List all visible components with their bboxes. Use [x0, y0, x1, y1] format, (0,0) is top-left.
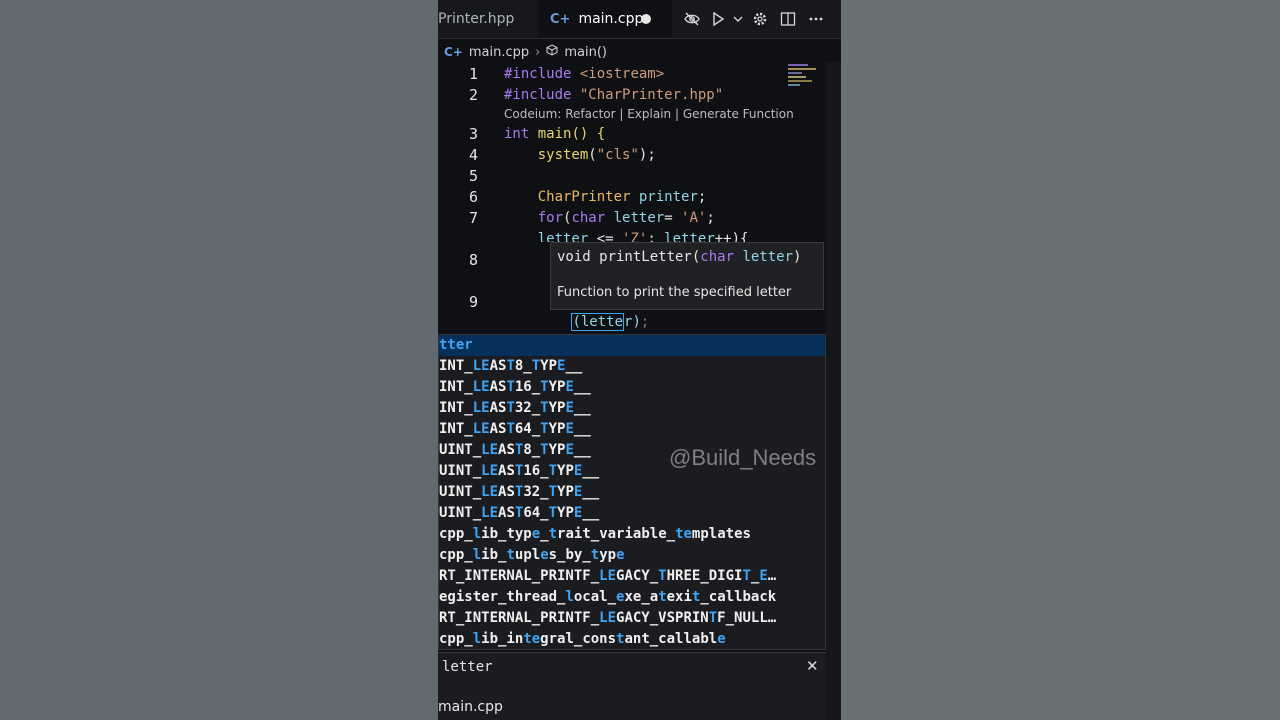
line-number: 1: [468, 65, 478, 83]
line-number: 9: [468, 293, 478, 311]
suggestion-item[interactable]: INT_LEAST16_TYPE__: [439, 377, 825, 398]
suggestion-detail: letter ✕ main.cpp: [438, 652, 826, 720]
suggestion-list: tter INT_LEAST8_TYPE__ INT_LEAST16_TYPE_…: [438, 334, 826, 650]
suggestion-item[interactable]: tter: [439, 335, 825, 356]
code-line: #include "CharPrinter.hpp": [504, 87, 724, 103]
code-line: letter <= 'Z'; letter++){: [537, 231, 749, 242]
code-line: int main() {: [504, 126, 606, 142]
hover-tooltip: void printLetter(char letter) Function t…: [550, 242, 824, 310]
hover-signature: void printLetter(char letter): [557, 249, 802, 265]
suggestion-item[interactable]: cpp_lib_type_trait_variable_templates: [439, 524, 825, 545]
code-line: for(char letter= 'A';: [537, 210, 715, 226]
codelens-actions[interactable]: Codeium: Refactor | Explain | Generate F…: [504, 107, 794, 121]
suggestion-item[interactable]: RT_INTERNAL_PRINTF_LEGACY_VSPRINTF_NULL…: [439, 608, 825, 629]
line-number: 5: [468, 167, 478, 185]
line-number: 6: [468, 188, 478, 206]
suggestion-item[interactable]: egister_thread_local_exe_atexit_callback: [439, 587, 825, 608]
video-background-left: [0, 0, 438, 720]
watermark: @Build_Needs: [669, 445, 817, 470]
code-editor: Printer.hpp C+ main.cpp C+ main.cpp › ma…: [438, 0, 841, 720]
code-line: system("cls");: [537, 147, 656, 163]
line-number: 2: [468, 86, 478, 104]
suggestion-item[interactable]: cpp_lib_tuples_by_type: [439, 545, 825, 566]
line-number: 8: [468, 251, 478, 269]
code-line: CharPrinter printer;: [537, 189, 707, 205]
suggestion-item[interactable]: INT_LEAST64_TYPE__: [439, 419, 825, 440]
video-background-right: [840, 0, 1280, 720]
code-line: (letter);: [571, 313, 650, 331]
detail-file: main.cpp: [438, 699, 503, 715]
close-icon[interactable]: ✕: [806, 657, 819, 675]
suggestion-item[interactable]: UINT_LEAST64_TYPE__: [439, 503, 825, 524]
line-number: 3: [468, 125, 478, 143]
line-number: 4: [468, 146, 478, 164]
detail-signature: letter: [442, 659, 493, 675]
suggestion-item[interactable]: UINT_LEAST32_TYPE__: [439, 482, 825, 503]
line-number: 7: [468, 209, 478, 227]
suggestion-item[interactable]: INT_LEAST32_TYPE__: [439, 398, 825, 419]
suggestion-item[interactable]: cpp_lib_integral_constant_callable: [439, 629, 825, 649]
suggestion-item[interactable]: RT_INTERNAL_PRINTF_LEGACY_THREE_DIGIT_E…: [439, 566, 825, 587]
suggestion-item[interactable]: INT_LEAST8_TYPE__: [439, 356, 825, 377]
hover-documentation: Function to print the specified letter: [557, 285, 792, 300]
code-line: #include <iostream>: [504, 66, 665, 82]
